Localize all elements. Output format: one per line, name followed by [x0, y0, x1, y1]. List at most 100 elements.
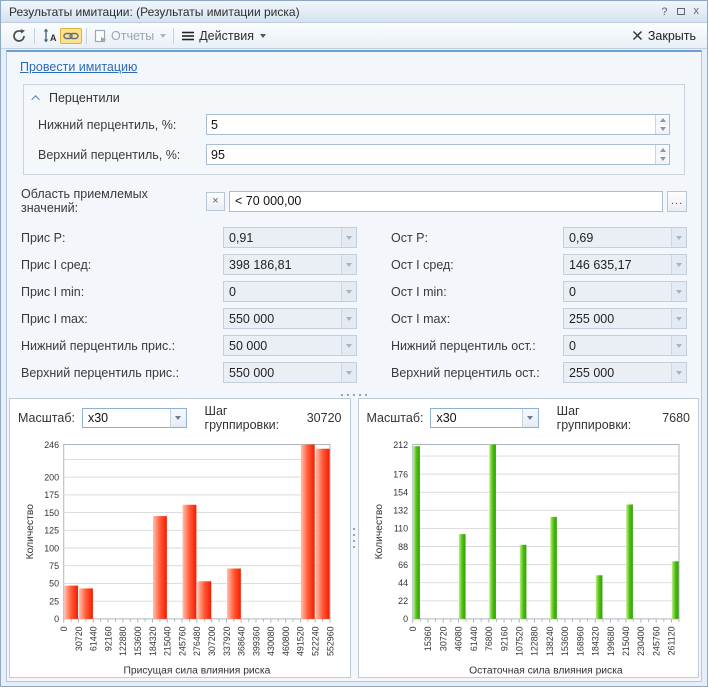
maximize-icon[interactable] [677, 8, 685, 15]
dropdown-icon[interactable] [671, 336, 686, 355]
app-window: Результаты имитации: (Результаты имитаци… [0, 0, 708, 687]
stat-value: 0 [569, 285, 668, 299]
scale-combo-value: x30 [431, 411, 521, 425]
dropdown-icon[interactable] [341, 282, 356, 301]
stat-field[interactable]: 255 000 [563, 308, 687, 329]
scale-label: Масштаб: [367, 411, 424, 425]
stat-label: Верхний перцентиль прис.: [21, 366, 219, 380]
svg-text:25: 25 [49, 596, 59, 606]
stat-field[interactable]: 0 [223, 281, 357, 302]
upper-percentile-spinner[interactable] [655, 145, 669, 164]
dropdown-icon[interactable] [341, 363, 356, 382]
stat-label: Ост I min: [391, 285, 559, 299]
dropdown-icon[interactable] [341, 228, 356, 247]
form-content: Провести имитацию Перцентили Нижний перц… [6, 50, 702, 682]
stat-field[interactable]: 550 000 [223, 308, 357, 329]
choose-button[interactable]: ... [667, 191, 687, 212]
titlebar: Результаты имитации: (Результаты имитаци… [1, 1, 707, 23]
help-icon[interactable]: ? [661, 6, 667, 18]
chevron-down-icon[interactable] [170, 409, 186, 427]
svg-text:61440: 61440 [468, 626, 478, 651]
residual-chart-header: Масштаб: x30 Шаг группировки: 7680 [359, 399, 699, 435]
lower-percentile-input[interactable]: 5 [206, 114, 670, 135]
svg-text:337920: 337920 [222, 626, 232, 656]
stat-field[interactable]: 0,91 [223, 227, 357, 248]
dropdown-icon[interactable] [671, 282, 686, 301]
toolbar-separator [34, 28, 35, 44]
svg-text:552960: 552960 [325, 626, 335, 656]
horizontal-splitter[interactable] [7, 391, 701, 398]
svg-text:76800: 76800 [484, 626, 494, 651]
dropdown-icon[interactable] [671, 255, 686, 274]
stat-field[interactable]: 550 000 [223, 362, 357, 383]
dropdown-icon[interactable] [341, 336, 356, 355]
stat-value: 550 000 [229, 312, 338, 326]
upper-percentile-input[interactable]: 95 [206, 144, 670, 165]
actions-label: Действия [199, 29, 254, 43]
stat-value: 398 186,81 [229, 258, 338, 272]
svg-text:92160: 92160 [499, 626, 509, 651]
dropdown-icon[interactable] [671, 228, 686, 247]
chevron-down-icon[interactable] [522, 409, 538, 427]
menu-icon [181, 30, 195, 42]
svg-text:110: 110 [393, 524, 407, 534]
stat-field[interactable]: 146 635,17 [563, 254, 687, 275]
close-button[interactable]: Закрыть [628, 27, 700, 45]
svg-text:184320: 184320 [590, 626, 600, 656]
upper-percentile-row: Верхний перцентиль, %: 95 [38, 144, 670, 165]
acceptable-values-input[interactable]: < 70 000,00 [229, 191, 663, 212]
stat-field[interactable]: 0,69 [563, 227, 687, 248]
svg-text:460800: 460800 [281, 626, 291, 656]
inherent-chart-header: Масштаб: x30 Шаг группировки: 30720 [10, 399, 350, 435]
dropdown-icon[interactable] [671, 363, 686, 382]
svg-text:0: 0 [54, 614, 59, 624]
stat-value: 146 635,17 [569, 258, 668, 272]
svg-text:176: 176 [393, 469, 408, 479]
toolbar: A Отчеты Действия [1, 23, 707, 49]
dropdown-icon[interactable] [341, 255, 356, 274]
dropdown-icon[interactable] [341, 309, 356, 328]
svg-text:368640: 368640 [237, 626, 247, 656]
chevron-down-icon [260, 34, 266, 38]
stat-field[interactable]: 0 [563, 281, 687, 302]
svg-text:Остаточная сила влияния риска: Остаточная сила влияния риска [469, 665, 623, 676]
percentiles-group-header[interactable]: Перцентили [24, 85, 684, 109]
spin-down-icon[interactable] [656, 155, 669, 165]
svg-text:Количество: Количество [25, 504, 36, 560]
stat-field[interactable]: 255 000 [563, 362, 687, 383]
scale-combo[interactable]: x30 [430, 408, 538, 428]
stat-label: Нижний перцентиль прис.: [21, 339, 219, 353]
window-title: Результаты имитации: (Результаты имитаци… [9, 5, 300, 19]
scale-combo[interactable]: x30 [82, 408, 187, 428]
scale-combo-value: x30 [83, 411, 170, 425]
spin-down-icon[interactable] [656, 125, 669, 135]
run-simulation-link[interactable]: Провести имитацию [20, 60, 137, 74]
actions-button[interactable]: Действия [178, 27, 269, 45]
clear-icon[interactable]: × [206, 192, 225, 211]
spin-up-icon[interactable] [656, 115, 669, 125]
chevron-down-icon [160, 34, 166, 38]
dropdown-icon[interactable] [671, 309, 686, 328]
vertical-splitter[interactable] [351, 398, 358, 678]
stat-field[interactable]: 398 186,81 [223, 254, 357, 275]
link-toggle-button[interactable] [60, 28, 82, 44]
stat-field[interactable]: 0 [563, 335, 687, 356]
svg-text:212: 212 [393, 440, 408, 450]
svg-text:199680: 199680 [605, 626, 615, 656]
spin-up-icon[interactable] [656, 145, 669, 155]
svg-text:Количество: Количество [373, 504, 384, 560]
stat-field[interactable]: 50 000 [223, 335, 357, 356]
svg-text:215040: 215040 [163, 626, 173, 656]
lower-percentile-spinner[interactable] [655, 115, 669, 134]
charts-row: Масштаб: x30 Шаг группировки: 30720 0 25 5… [7, 398, 701, 681]
close-icon [632, 30, 643, 41]
svg-text:107520: 107520 [514, 626, 524, 656]
autoheight-button[interactable]: A [39, 26, 60, 45]
close-window-icon[interactable]: x [694, 6, 700, 17]
autoheight-icon: A [42, 28, 57, 43]
reports-button[interactable]: Отчеты [91, 27, 169, 45]
refresh-button[interactable] [8, 26, 30, 46]
svg-text:100: 100 [44, 543, 59, 553]
percentiles-group: Перцентили Нижний перцентиль, %: 5 Верхн… [23, 84, 685, 175]
svg-text:276480: 276480 [192, 626, 202, 656]
